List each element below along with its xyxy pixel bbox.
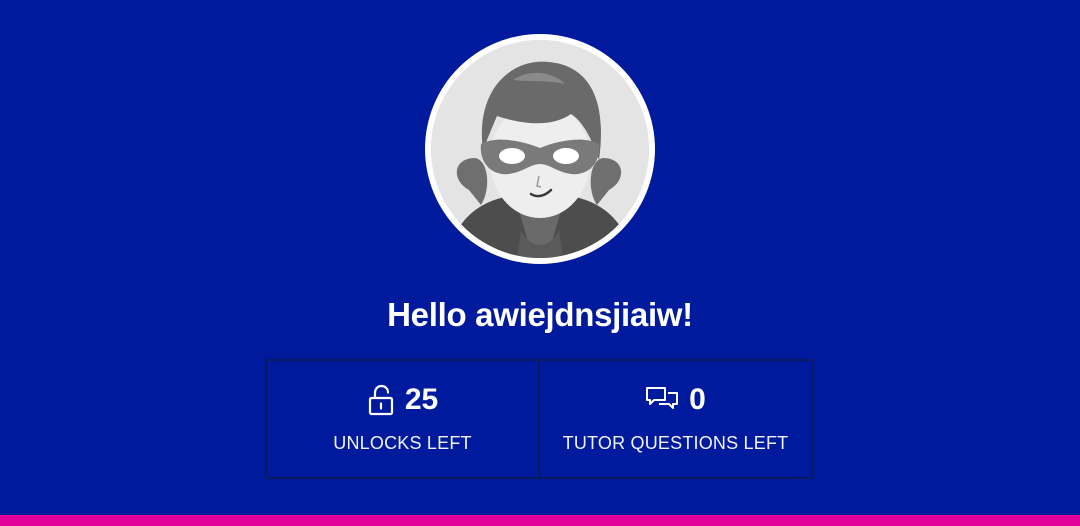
avatar-image [431, 40, 649, 258]
chat-bubbles-icon [645, 385, 679, 415]
tutor-questions-count: 0 [689, 383, 706, 416]
unlocks-count: 25 [404, 383, 439, 416]
greeting-heading: Hello awiejdnsjiaiw! [387, 296, 693, 333]
accent-bar [0, 515, 1080, 526]
unlock-icon [367, 384, 395, 416]
avatar [425, 34, 655, 264]
profile-summary: Hello awiejdnsjiaiw! 25 UNLOCKS LEFT 0 T… [0, 0, 1080, 526]
unlocks-label: UNLOCKS LEFT [333, 433, 472, 453]
unlocks-stat: 25 UNLOCKS LEFT [267, 361, 538, 477]
stats-panel: 25 UNLOCKS LEFT 0 TUTOR QUESTIONS LEFT [265, 359, 813, 479]
tutor-questions-stat: 0 TUTOR QUESTIONS LEFT [538, 361, 811, 477]
tutor-questions-label: TUTOR QUESTIONS LEFT [562, 433, 789, 453]
